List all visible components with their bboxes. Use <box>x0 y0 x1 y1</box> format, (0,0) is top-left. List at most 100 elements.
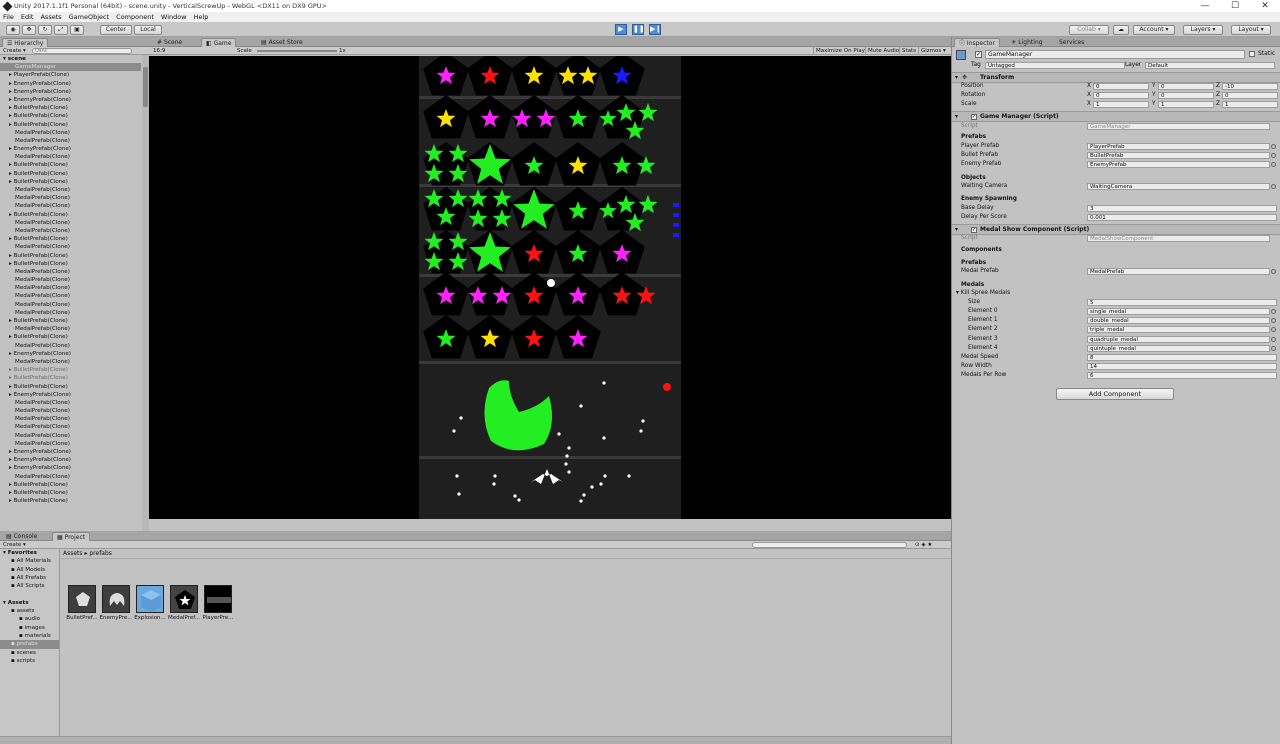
asset-browser[interactable]: Assets ▸ prefabs BulletPref... EnemyPre.… <box>61 549 951 744</box>
hierarchy-item[interactable]: ▸ EnemyPrefab(Clone) <box>0 448 141 456</box>
project-search-input[interactable] <box>752 542 907 548</box>
folder-tree-item[interactable]: ▪ All Scripts <box>0 582 59 590</box>
static-checkbox[interactable] <box>1249 51 1255 57</box>
rotation-x-field[interactable]: 0 <box>1093 92 1149 99</box>
hierarchy-item[interactable]: ▸ EnemyPrefab(Clone) <box>0 88 141 96</box>
hierarchy-item[interactable]: ▸ BulletPrefab(Clone) <box>0 366 141 374</box>
cloud-button[interactable]: ☁ <box>1113 25 1129 35</box>
hierarchy-item[interactable]: MedalPrefab(Clone) <box>0 407 141 415</box>
medal-show-enabled-checkbox[interactable]: ✓ <box>971 227 977 233</box>
rect-tool-button[interactable]: ▣ <box>70 25 84 35</box>
menu-file[interactable]: File <box>3 13 14 21</box>
hierarchy-item[interactable]: MedalPrefab(Clone) <box>0 227 141 235</box>
maximize-button[interactable]: ☐ <box>1220 0 1250 12</box>
folder-tree-item[interactable]: ▾ Favorites <box>0 549 59 557</box>
scale-z-field[interactable]: 1 <box>1222 101 1278 108</box>
tab-scene[interactable]: # Scene <box>153 38 186 47</box>
hierarchy-item[interactable]: ▸ BulletPrefab(Clone) <box>0 161 141 169</box>
stats-toggle[interactable]: Stats <box>899 47 918 55</box>
hierarchy-item[interactable]: MedalPrefab(Clone) <box>0 292 141 300</box>
hierarchy-item[interactable]: ▸ BulletPrefab(Clone) <box>0 374 141 382</box>
hierarchy-item[interactable]: MedalPrefab(Clone) <box>0 432 141 440</box>
folder-tree-item[interactable]: ▪ All Models <box>0 566 59 574</box>
medal-prefab-field[interactable]: MedalPrefab <box>1087 268 1270 275</box>
account-button[interactable]: Account ▾ <box>1133 25 1175 35</box>
hierarchy-item[interactable]: GameManager <box>0 63 141 72</box>
hierarchy-item[interactable]: MedalPrefab(Clone) <box>0 473 141 481</box>
hierarchy-item[interactable]: ▸ EnemyPrefab(Clone) <box>0 391 141 399</box>
menu-edit[interactable]: Edit <box>21 13 34 21</box>
kill-spree-foldout[interactable]: ▾ Kill Spree Medals <box>956 289 1010 298</box>
menu-window[interactable]: Window <box>161 13 187 21</box>
step-button[interactable]: ▶❙ <box>649 24 661 35</box>
hierarchy-item[interactable]: MedalPrefab(Clone) <box>0 276 141 284</box>
tab-console[interactable]: ▤ Console <box>2 532 41 541</box>
game-viewport[interactable] <box>149 56 951 519</box>
hierarchy-item[interactable]: MedalPrefab(Clone) <box>0 219 141 227</box>
medal-element-picker[interactable] <box>1271 327 1276 333</box>
collab-button[interactable]: Collab ▾ <box>1069 25 1109 35</box>
hierarchy-list[interactable]: ▾ scene GameManager ▸ PlayerPrefab(Clone)… <box>0 55 141 531</box>
game-manager-enabled-checkbox[interactable]: ✓ <box>971 114 977 120</box>
hierarchy-item[interactable]: ▸ BulletPrefab(Clone) <box>0 333 141 341</box>
hierarchy-item[interactable]: MedalPrefab(Clone) <box>0 415 141 423</box>
menu-help[interactable]: Help <box>194 13 209 21</box>
game-manager-fold-icon[interactable]: ▾ <box>955 113 958 120</box>
tab-services[interactable]: Services <box>1055 38 1088 47</box>
tab-game[interactable]: ◧ Game <box>201 38 237 47</box>
breadcrumb-assets[interactable]: Assets <box>63 550 83 557</box>
asset-explosion[interactable]: Explosion... <box>133 585 167 621</box>
hand-tool-button[interactable]: ◉ <box>6 25 20 35</box>
waiting-camera-picker[interactable] <box>1271 184 1276 189</box>
hierarchy-item[interactable]: MedalPrefab(Clone) <box>0 284 141 292</box>
hierarchy-item[interactable]: MedalPrefab(Clone) <box>0 325 141 333</box>
medal-element-field[interactable]: double_medal <box>1087 317 1270 325</box>
hierarchy-item[interactable]: MedalPrefab(Clone) <box>0 268 141 276</box>
hierarchy-scroll-thumb[interactable] <box>143 67 148 107</box>
hierarchy-item[interactable]: MedalPrefab(Clone) <box>0 423 141 431</box>
hierarchy-item[interactable]: ▸ EnemyPrefab(Clone) <box>0 464 141 472</box>
gizmos-dropdown[interactable]: Gizmos ▾ <box>918 47 948 55</box>
base-delay-field[interactable]: 3 <box>1087 205 1277 212</box>
hierarchy-item[interactable]: ▸ BulletPrefab(Clone) <box>0 260 141 268</box>
aspect-dropdown[interactable]: 16:9 <box>153 47 165 55</box>
hierarchy-item[interactable]: ▸ EnemyPrefab(Clone) <box>0 80 141 88</box>
hierarchy-item[interactable]: MedalPrefab(Clone) <box>0 301 141 309</box>
folder-tree-item[interactable]: ▪ scripts <box>0 657 59 665</box>
project-create-button[interactable]: Create ▾ <box>3 541 26 549</box>
hierarchy-item[interactable]: ▸ BulletPrefab(Clone) <box>0 170 141 178</box>
hierarchy-item[interactable]: ▸ BulletPrefab(Clone) <box>0 178 141 186</box>
space-toggle[interactable]: Local <box>134 25 162 35</box>
medal-element-field[interactable]: single_medal <box>1087 308 1270 315</box>
folder-tree-item[interactable]: ▪ images <box>0 624 59 632</box>
hierarchy-scrollbar[interactable] <box>142 55 149 531</box>
hierarchy-create-button[interactable]: Create ▾ <box>3 47 26 55</box>
hierarchy-item[interactable]: MedalPrefab(Clone) <box>0 153 141 161</box>
scale-tool-button[interactable]: ⤢ <box>54 25 68 35</box>
layers-dropdown[interactable]: Layers ▾ <box>1183 25 1223 35</box>
tab-project[interactable]: ▦ Project <box>52 532 91 541</box>
play-button[interactable]: ▶ <box>615 24 627 35</box>
medal-element-picker[interactable] <box>1271 309 1276 314</box>
rotate-tool-button[interactable]: ↻ <box>38 25 52 35</box>
tab-inspector[interactable]: ⓘ Inspector <box>954 38 1000 47</box>
folder-tree-item[interactable]: ▪ assets <box>0 607 59 615</box>
menu-assets[interactable]: Assets <box>40 13 61 21</box>
position-x-field[interactable]: 0 <box>1093 83 1149 90</box>
minimize-button[interactable]: — <box>1190 0 1220 12</box>
hierarchy-item[interactable]: MedalPrefab(Clone) <box>0 137 141 145</box>
hierarchy-item[interactable]: ▸ BulletPrefab(Clone) <box>0 104 141 112</box>
game-canvas[interactable] <box>419 56 681 519</box>
hierarchy-item[interactable]: ▸ EnemyPrefab(Clone) <box>0 350 141 358</box>
medal-element-field[interactable]: triple_medal <box>1087 326 1270 334</box>
hierarchy-item[interactable]: ▸ BulletPrefab(Clone) <box>0 383 141 391</box>
mute-audio-toggle[interactable]: Mute Audio <box>865 47 901 55</box>
tab-lighting[interactable]: ☀ Lighting <box>1007 38 1047 47</box>
menu-component[interactable]: Component <box>116 13 154 21</box>
layer-dropdown[interactable]: Default <box>1145 62 1275 69</box>
hierarchy-item[interactable]: ▸ EnemyPrefab(Clone) <box>0 456 141 464</box>
waiting-camera-field[interactable]: WaitingCamera <box>1087 183 1270 190</box>
hierarchy-item[interactable]: MedalPrefab(Clone) <box>0 358 141 366</box>
tag-dropdown[interactable]: Untagged <box>985 62 1125 69</box>
hierarchy-item[interactable]: MedalPrefab(Clone) <box>0 186 141 194</box>
